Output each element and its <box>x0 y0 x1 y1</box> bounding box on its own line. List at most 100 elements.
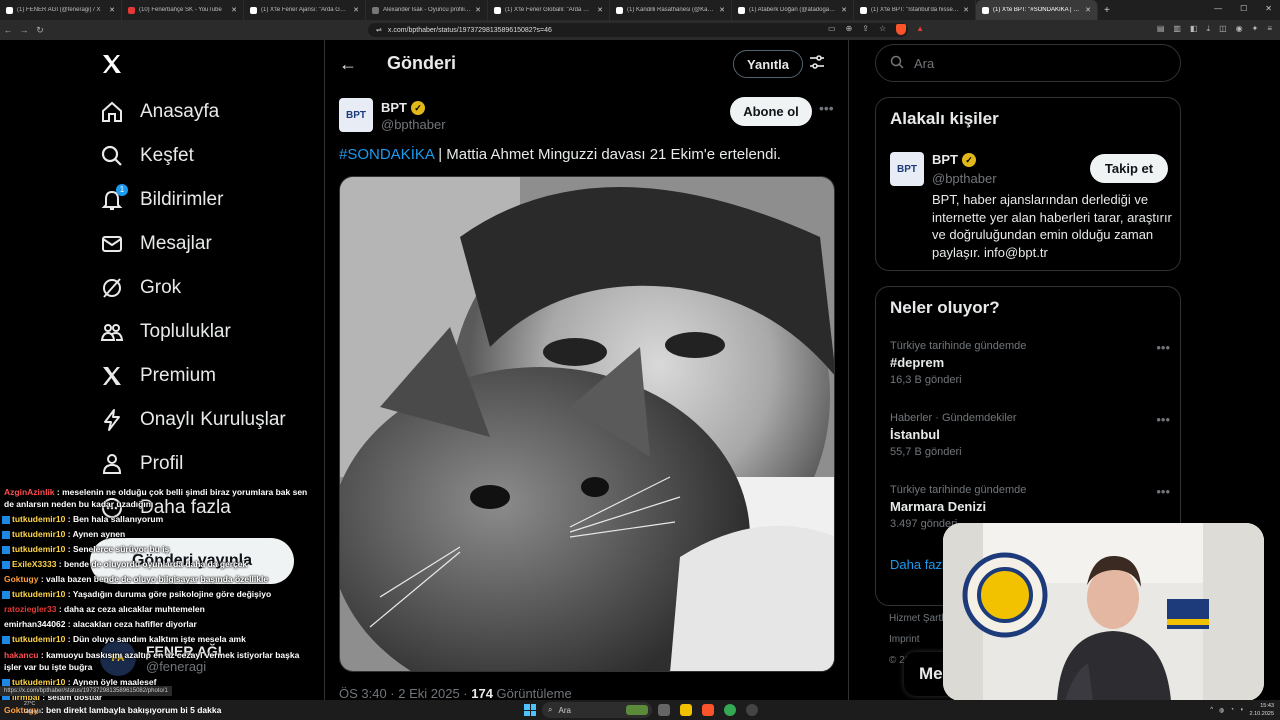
browser-tab[interactable]: (1) Kandilli Rasathanesi (@Kandilli_in..… <box>610 0 732 20</box>
nav-item-communities[interactable]: Topluluklar <box>100 317 231 347</box>
nav-item-grok[interactable]: Grok <box>100 273 181 303</box>
share-icon[interactable]: ⇪ <box>862 24 869 35</box>
related-handle[interactable]: @bpthaber <box>932 171 997 186</box>
reload-icon[interactable]: ↻ <box>32 25 48 36</box>
sliders-icon[interactable] <box>809 54 825 75</box>
menu-icon[interactable]: ≡ <box>1267 24 1272 34</box>
rewards-icon[interactable]: ▲ <box>916 24 924 35</box>
post-photo[interactable] <box>339 176 835 672</box>
leo-icon[interactable]: ✦ <box>1252 24 1259 34</box>
browser-tab[interactable]: Alexander Isak - Oyuncu profili 25/26 ✕ <box>366 0 488 20</box>
chat-username: tutkudemir10 <box>12 544 66 554</box>
extensions-icon[interactable]: ◧ <box>1190 24 1198 34</box>
weather-widget[interactable]: 27°C Güneşli <box>24 700 41 716</box>
author-name-row[interactable]: BPT ✓ <box>381 100 425 115</box>
tab-close-icon[interactable]: ✕ <box>353 6 359 14</box>
subscribe-button[interactable]: Abone ol <box>730 97 812 126</box>
search-input[interactable]: Ara <box>875 44 1181 82</box>
volume-icon[interactable]: ◖ <box>1240 707 1244 713</box>
windows-start-icon[interactable] <box>524 704 536 716</box>
browser-tab[interactable]: (1) X'te Fener Ajansı: "Arda Güler'e...✕ <box>244 0 366 20</box>
chat-message: tutkudemir10 : Ben hala sallanıyorum <box>0 512 318 527</box>
tab-close-icon[interactable]: ✕ <box>231 6 237 14</box>
reply-button[interactable]: Yanıtla <box>733 50 803 78</box>
browser-tab[interactable]: (1) X'te BPT: "#SONDAKİKA | Ma... ✕ <box>976 0 1098 20</box>
new-tab-button[interactable]: + <box>1098 5 1116 16</box>
bookmark-icon[interactable]: ☆ <box>879 24 886 35</box>
browser-tab[interactable]: (1) FENER AĞI (@feneragi) / X ✕ <box>0 0 122 20</box>
sidebar-icon[interactable]: ▤ <box>1157 24 1165 34</box>
chat-text: bende de oluyordu oyunlarda daha da gerç… <box>64 559 248 569</box>
tab-close-icon[interactable]: ✕ <box>963 6 969 14</box>
nav-item-mail[interactable]: Mesajlar <box>100 229 212 259</box>
related-avatar[interactable]: BPT <box>890 152 924 186</box>
address-actions: ▭ ⊕ ⇪ ☆ ▲ <box>828 24 924 35</box>
back-icon[interactable]: ← <box>0 25 16 35</box>
nav-item-lightning[interactable]: Onaylı Kuruluşlar <box>100 405 286 435</box>
nav-item-person[interactable]: Profil <box>100 449 183 479</box>
wifi-icon[interactable]: ◔ <box>1230 707 1234 713</box>
vpn-icon[interactable]: ◉ <box>1236 24 1243 34</box>
browser-tab[interactable]: (1) X'te Fener Globalli: "Arda Güler, Tü… <box>488 0 610 20</box>
network-icon[interactable]: ◍ <box>1219 707 1224 714</box>
clock-date: 2.10.2025 <box>1249 711 1274 717</box>
close-window-icon[interactable]: ✕ <box>1265 4 1272 13</box>
tab-close-icon[interactable]: ✕ <box>841 6 847 14</box>
more-options-icon[interactable]: ••• <box>819 100 834 116</box>
file-explorer-icon[interactable] <box>680 704 692 716</box>
more-options-icon[interactable]: ••• <box>1156 484 1170 499</box>
taskbar-search[interactable]: ⌕ Ara <box>542 702 652 718</box>
brave-browser-icon[interactable] <box>702 704 714 716</box>
tab-close-icon[interactable]: ✕ <box>719 6 725 14</box>
tab-close-icon[interactable]: ✕ <box>1085 6 1091 14</box>
chat-message: ExileX3333 : bende de oluyordu oyunlarda… <box>0 557 318 572</box>
tray-chevron-icon[interactable]: ^ <box>1210 707 1213 713</box>
trend-item[interactable]: Türkiye tarihinde gündemde #deprem 16,3 … <box>890 340 1170 386</box>
maximize-icon[interactable]: ☐ <box>1240 4 1247 13</box>
minimize-icon[interactable]: — <box>1214 4 1222 13</box>
trend-item[interactable]: Haberler · Gündemdekiler İstanbul 55,7 B… <box>890 412 1170 458</box>
browser-tab[interactable]: (1) X'te BPT: "İstanbul'da hissedilen...… <box>854 0 976 20</box>
nav-item-bell[interactable]: 1 Bildirimler <box>100 184 223 215</box>
more-options-icon[interactable]: ••• <box>1156 340 1170 355</box>
chat-message: tutkudemir10 : Dün oluyo sandım kalktım … <box>0 632 318 647</box>
nav-label: Mesajlar <box>140 233 212 254</box>
nav-item-search[interactable]: Keşfet <box>100 141 194 171</box>
address-bar: ← → ↻ ⇌ x.com/bpthaber/status/1973729813… <box>0 20 1280 40</box>
forward-icon[interactable]: → <box>16 25 32 35</box>
back-arrow-icon[interactable]: ← <box>339 54 357 75</box>
search-icon <box>890 55 904 72</box>
wallet-icon[interactable]: ◫ <box>1219 24 1227 34</box>
related-name-row[interactable]: BPT ✓ <box>932 152 976 167</box>
author-handle[interactable]: @bpthaber <box>381 117 446 132</box>
download-icon[interactable]: ⤓ <box>1207 24 1211 34</box>
x-logo-icon[interactable] <box>100 52 124 76</box>
chrome-icon[interactable] <box>724 704 736 716</box>
lightning-icon <box>100 408 124 432</box>
browser-tab[interactable]: (1) Ataberk Doğan (@atadogann) / X ✕ <box>732 0 854 20</box>
clock[interactable]: 15:43 2.10.2025 <box>1250 702 1274 718</box>
browser-tab[interactable]: (10) Fenerbahçe SK - YouTube ✕ <box>122 0 244 20</box>
tab-close-icon[interactable]: ✕ <box>109 6 115 14</box>
nav-item-x-premium[interactable]: Premium <box>100 361 216 391</box>
tab-close-icon[interactable]: ✕ <box>475 6 481 14</box>
cast-icon[interactable]: ▭ <box>828 24 836 35</box>
chat-badge-icon <box>2 515 10 524</box>
site-info-icon[interactable]: ⇌ <box>376 26 382 34</box>
reading-icon[interactable]: ▥ <box>1173 24 1181 34</box>
more-options-icon[interactable]: ••• <box>1156 412 1170 427</box>
post-time[interactable]: ÖS 3:40 · 2 Eki 2025 · <box>339 686 471 701</box>
trend-name: İstanbul <box>890 427 940 442</box>
url-field[interactable]: ⇌ x.com/bpthaber/status/1973729813589615… <box>368 23 908 37</box>
tab-title: (1) X'te BPT: "#SONDAKİKA | Ma... <box>993 7 1082 13</box>
brave-shield-icon[interactable] <box>896 24 907 35</box>
task-view-icon[interactable] <box>658 704 670 716</box>
tab-close-icon[interactable]: ✕ <box>597 6 603 14</box>
nav-item-home[interactable]: Anasayfa <box>100 97 219 127</box>
author-avatar[interactable]: BPT <box>339 98 373 132</box>
obs-icon[interactable] <box>746 704 758 716</box>
chat-text: Senelerce sürüyor bu iş <box>72 544 170 554</box>
zoom-icon[interactable]: ⊕ <box>846 24 853 35</box>
follow-button[interactable]: Takip et <box>1090 154 1168 183</box>
hashtag-link[interactable]: #SONDAKİKA <box>339 146 434 163</box>
